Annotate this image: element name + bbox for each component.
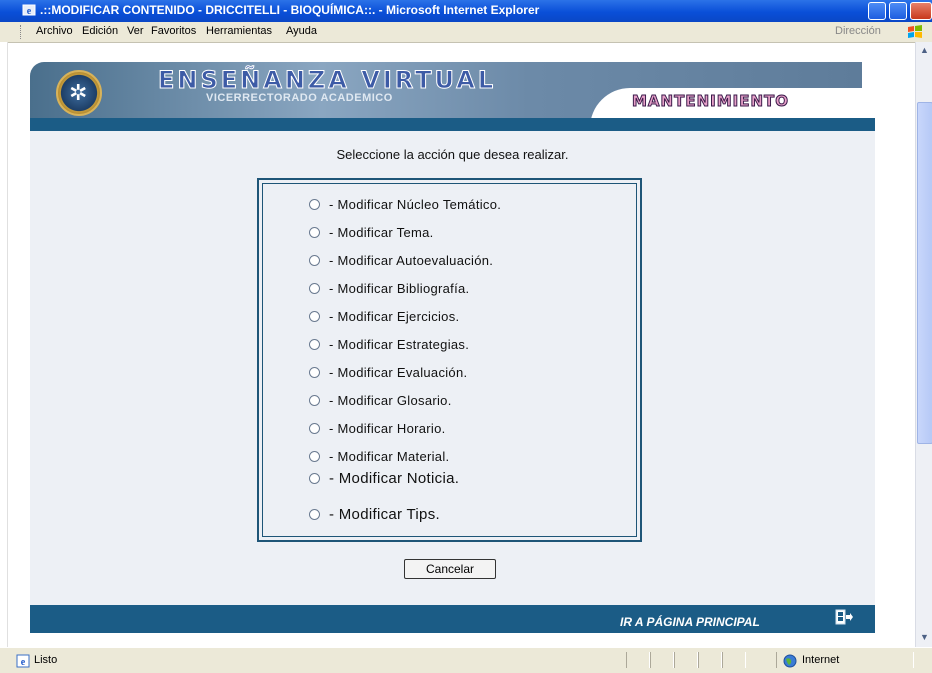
toolbar-grip[interactable]	[20, 25, 23, 39]
main-content: Seleccione la acción que desea realizar.…	[30, 131, 875, 605]
scroll-down-arrow-icon[interactable]: ▼	[917, 630, 932, 645]
option-label: - Modificar Núcleo Temático.	[329, 196, 502, 212]
status-bar: e Listo Internet	[0, 647, 932, 673]
status-cell	[674, 652, 698, 668]
option-glosario[interactable]: - Modificar Glosario.	[309, 390, 452, 410]
status-cell	[626, 652, 650, 668]
status-cell	[650, 652, 674, 668]
radio-button[interactable]	[309, 508, 320, 520]
option-autoevaluacion[interactable]: - Modificar Autoevaluación.	[309, 250, 493, 270]
banner-section-label: MANTENIMIENTO	[632, 92, 789, 111]
footer-bar: IR A PÁGINA PRINCIPAL	[30, 605, 875, 633]
window-title-bar[interactable]: e .::MODIFICAR CONTENIDO - DRICCITELLI -…	[0, 0, 932, 22]
option-label: - Modificar Material.	[329, 448, 450, 464]
windows-logo-icon	[908, 25, 922, 38]
option-horario[interactable]: - Modificar Horario.	[309, 418, 446, 438]
menu-herramientas[interactable]: Herramientas	[206, 25, 272, 37]
left-frame-edge	[0, 42, 8, 647]
option-label: - Modificar Tips.	[329, 505, 440, 523]
option-evaluacion[interactable]: - Modificar Evaluación.	[309, 362, 467, 382]
scrollbar-thumb[interactable]	[917, 102, 932, 444]
university-seal-logo	[56, 70, 102, 116]
option-ejercicios[interactable]: - Modificar Ejercicios.	[309, 306, 459, 326]
option-tips[interactable]: - Modificar Tips.	[309, 504, 440, 524]
banner-subtitle: VICERRECTORADO ACADEMICO	[206, 92, 393, 104]
option-label: - Modificar Bibliografía.	[329, 280, 470, 296]
banner-title: ENSEÑANZA VIRTUAL	[157, 66, 497, 95]
address-bar-label[interactable]: Dirección	[835, 25, 881, 37]
menu-edicion[interactable]: Edición	[82, 25, 118, 37]
header-divider-bar	[30, 118, 875, 131]
radio-button[interactable]	[309, 338, 320, 350]
page-prompt: Seleccione la acción que desea realizar.	[336, 147, 569, 162]
option-label: - Modificar Evaluación.	[329, 364, 468, 380]
radio-button[interactable]	[309, 310, 320, 322]
options-box: - Modificar Núcleo Temático. - Modificar…	[257, 178, 642, 542]
status-cell	[722, 652, 746, 668]
menu-favoritos[interactable]: Favoritos	[151, 25, 196, 37]
scroll-up-arrow-icon[interactable]: ▲	[917, 43, 932, 58]
radio-button[interactable]	[309, 226, 320, 238]
radio-button[interactable]	[309, 254, 320, 266]
option-label: - Modificar Horario.	[329, 420, 446, 436]
option-nucleo-tematico[interactable]: - Modificar Núcleo Temático.	[309, 194, 501, 214]
page-status-icon: e	[16, 654, 30, 668]
exit-door-icon[interactable]	[834, 608, 854, 626]
menu-ayuda[interactable]: Ayuda	[286, 25, 317, 37]
maximize-button[interactable]	[889, 2, 907, 20]
option-material[interactable]: - Modificar Material.	[309, 446, 449, 466]
radio-button[interactable]	[309, 282, 320, 294]
cancel-button[interactable]: Cancelar	[404, 559, 496, 579]
option-label: - Modificar Tema.	[329, 224, 434, 240]
option-estrategias[interactable]: - Modificar Estrategias.	[309, 334, 469, 354]
option-label: - Modificar Autoevaluación.	[329, 252, 494, 268]
minimize-button[interactable]	[868, 2, 886, 20]
radio-button[interactable]	[309, 422, 320, 434]
status-cell	[698, 652, 722, 668]
status-text: Listo	[34, 654, 58, 666]
close-button[interactable]	[910, 2, 932, 20]
web-page: ENSEÑANZA VIRTUAL VICERRECTORADO ACADEMI…	[30, 42, 875, 647]
radio-button[interactable]	[309, 450, 320, 462]
option-noticia[interactable]: - Modificar Noticia.	[309, 468, 459, 488]
radio-button[interactable]	[309, 366, 320, 378]
option-label: - Modificar Glosario.	[329, 392, 452, 408]
radio-button[interactable]	[309, 198, 320, 210]
radio-button[interactable]	[309, 472, 320, 484]
security-zone-label: Internet	[802, 654, 840, 666]
option-label: - Modificar Noticia.	[329, 469, 460, 487]
svg-text:e: e	[21, 657, 26, 668]
internet-explorer-icon: e	[22, 4, 36, 17]
menu-ver[interactable]: Ver	[127, 25, 144, 37]
radio-button[interactable]	[309, 394, 320, 406]
menu-archivo[interactable]: Archivo	[36, 25, 73, 37]
option-label: - Modificar Ejercicios.	[329, 308, 460, 324]
vertical-scrollbar[interactable]: ▲ ▼	[915, 42, 932, 647]
window-title: .::MODIFICAR CONTENIDO - DRICCITELLI - B…	[40, 3, 540, 17]
home-page-link[interactable]: IR A PÁGINA PRINCIPAL	[620, 615, 760, 629]
internet-globe-icon	[783, 654, 797, 668]
option-bibliografia[interactable]: - Modificar Bibliografía.	[309, 278, 469, 298]
menu-bar: Archivo Edición Ver Favoritos Herramient…	[0, 22, 932, 43]
svg-text:e: e	[27, 6, 32, 17]
option-label: - Modificar Estrategias.	[329, 336, 470, 352]
option-tema[interactable]: - Modificar Tema.	[309, 222, 434, 242]
